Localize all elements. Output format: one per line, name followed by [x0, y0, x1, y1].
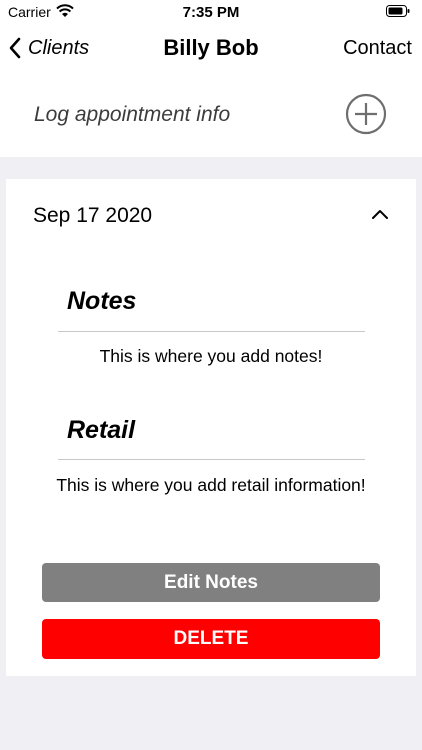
notes-text: This is where you add notes!	[99, 346, 323, 366]
delete-button[interactable]: DELETE	[42, 619, 380, 659]
status-bar: Carrier 7:35 PM	[0, 0, 422, 26]
appointment-date: Sep 17 2020	[33, 204, 153, 227]
screen: Carrier 7:35 PM Clients Billy Bob Contac…	[0, 0, 422, 750]
status-time: 7:35 PM	[182, 4, 240, 21]
retail-text: This is where you add retail information…	[56, 475, 366, 495]
plus-circle-icon[interactable]	[345, 93, 387, 135]
log-appointment-label: Log appointment info	[34, 103, 231, 126]
battery-icon	[386, 5, 410, 17]
appointment-card: Sep 17 2020 Notes This is where you add …	[6, 179, 416, 676]
retail-divider	[58, 459, 365, 460]
edit-notes-button[interactable]: Edit Notes	[42, 563, 380, 602]
retail-heading: Retail	[67, 416, 136, 444]
notes-heading: Notes	[67, 287, 137, 315]
log-appointment-row[interactable]: Log appointment info	[0, 70, 422, 157]
navigation-bar: Clients Billy Bob Contact	[0, 26, 422, 70]
contact-button[interactable]: Contact	[343, 37, 412, 60]
notes-divider	[58, 331, 365, 332]
chevron-up-icon[interactable]	[370, 207, 390, 221]
